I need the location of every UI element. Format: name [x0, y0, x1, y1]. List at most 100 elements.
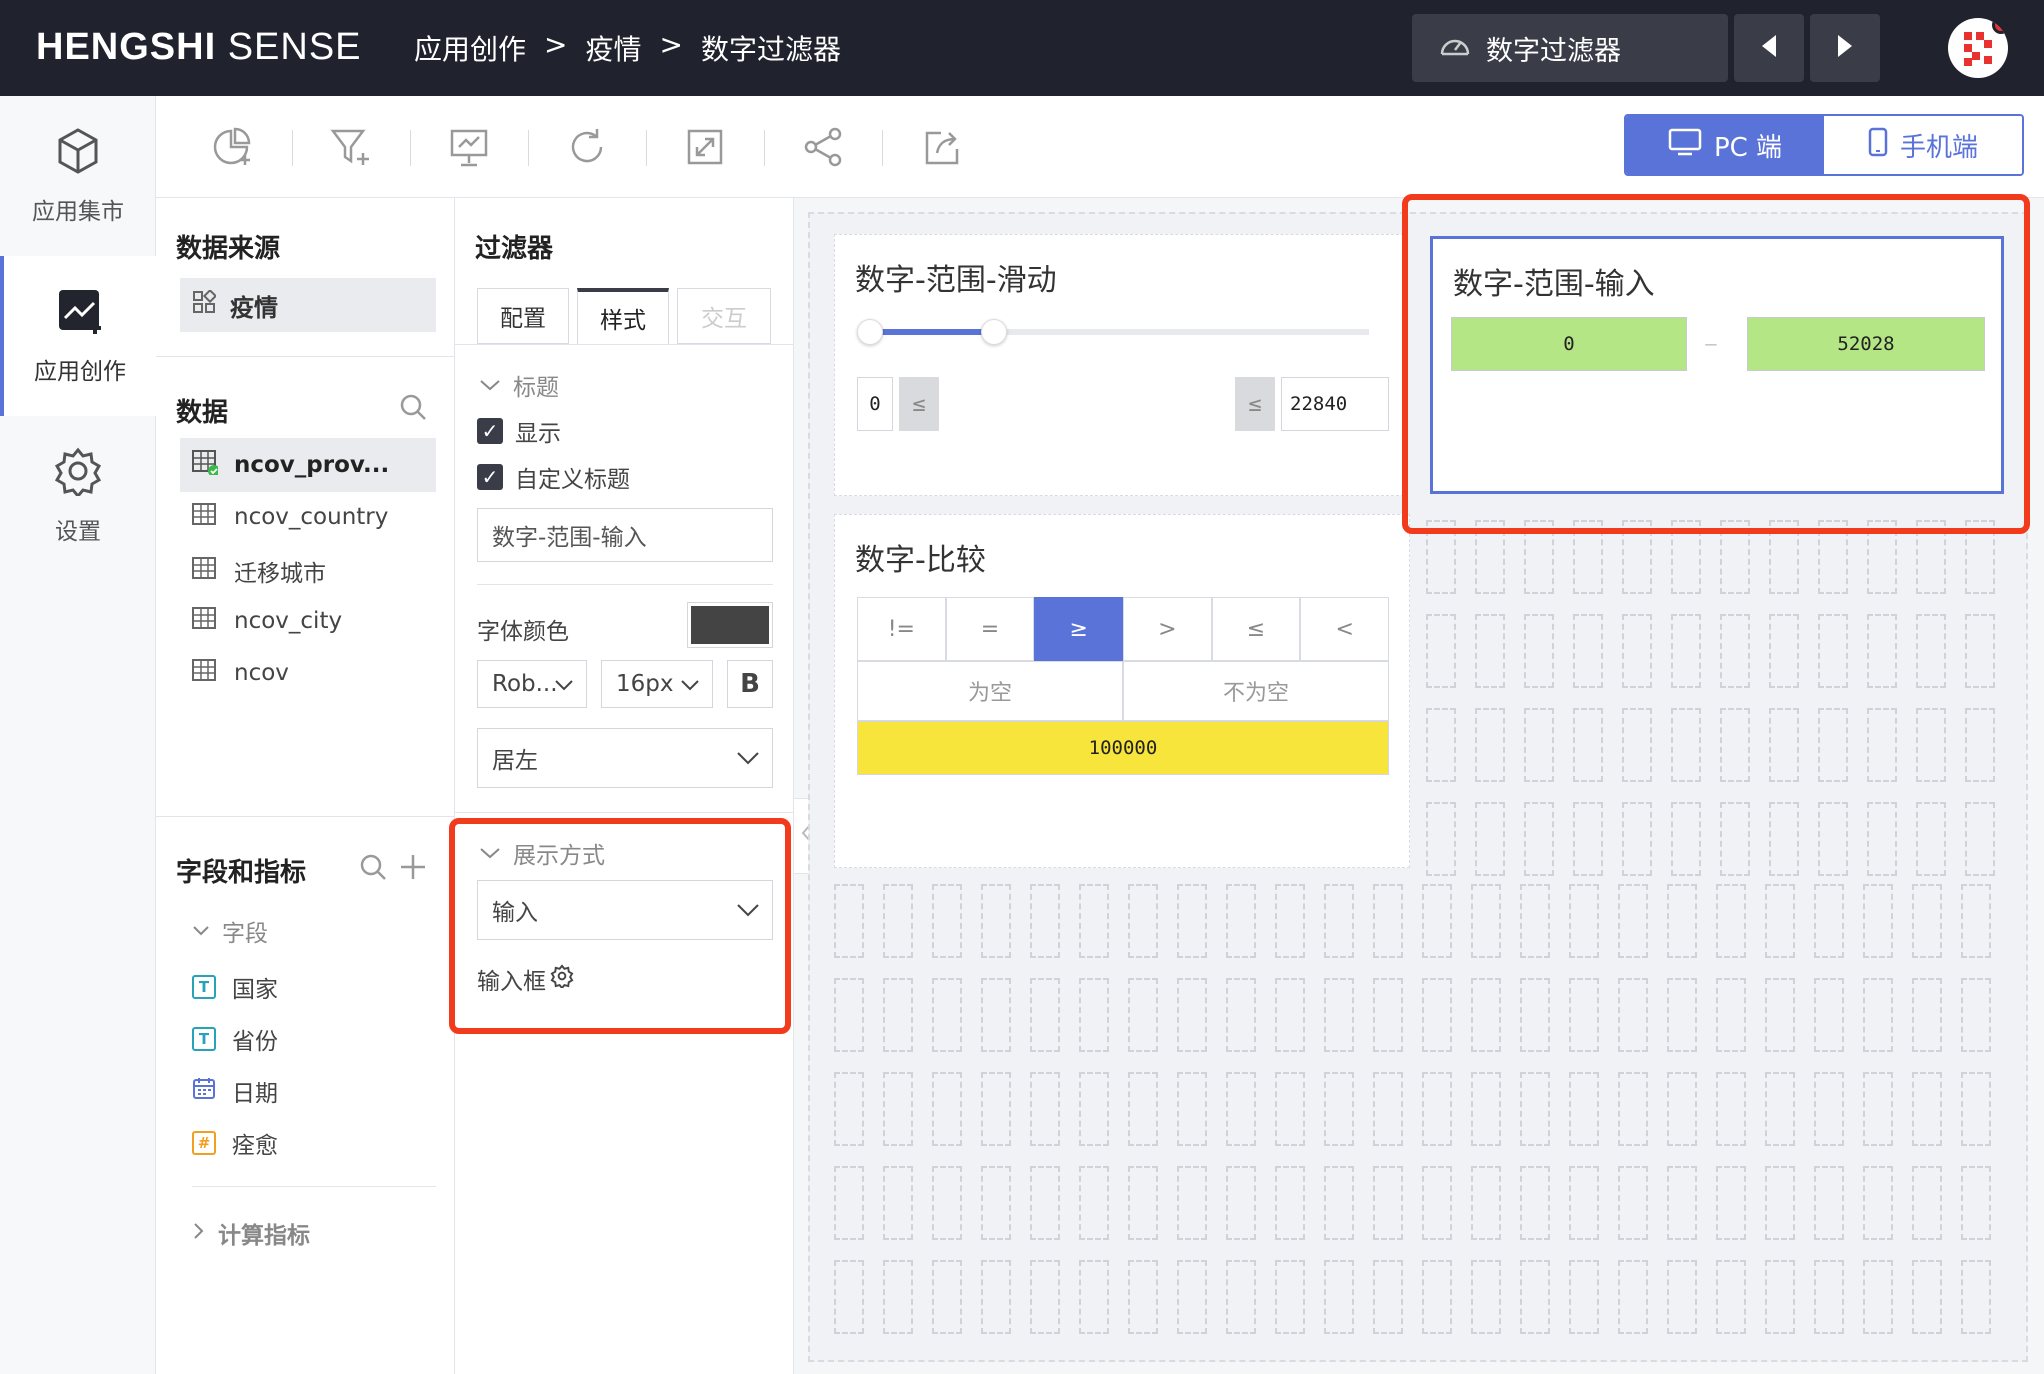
highlight-box-display-mode [449, 818, 791, 1034]
empty-options: 为空 不为空 [857, 661, 1389, 721]
next-button[interactable] [1810, 14, 1880, 82]
grid-cell [1863, 1166, 1893, 1240]
custom-title-checkbox[interactable]: ✓ 自定义标题 [477, 460, 630, 494]
dataset-item[interactable]: ncov_country [192, 502, 388, 532]
nav-settings[interactable]: 设置 [0, 416, 156, 576]
is-empty-option[interactable]: 为空 [857, 661, 1123, 721]
tab-style[interactable]: 样式 [577, 288, 669, 344]
chevron-down-icon [479, 372, 501, 398]
grid-cell [1965, 614, 1995, 688]
grid-cell [1475, 802, 1505, 876]
grid-cell [1569, 1260, 1599, 1334]
grid-cell [1373, 1166, 1403, 1240]
grid-cell [1128, 978, 1158, 1052]
dataset-item[interactable]: ncov_prov... [180, 438, 436, 492]
grid-cell [1177, 1072, 1207, 1146]
dashboard-selector[interactable]: 数字过滤器 [1412, 14, 1728, 82]
add-chart-icon[interactable] [210, 124, 256, 170]
grid-cell [1961, 884, 1991, 958]
font-color-label: 字体颜色 [477, 619, 569, 645]
nav-app-create[interactable]: 应用创作 [0, 256, 156, 416]
text-type-icon: T [192, 975, 216, 999]
refresh-icon[interactable] [564, 124, 610, 170]
operator-eq[interactable]: = [945, 597, 1035, 661]
mobile-mode-button[interactable]: 手机端 [1824, 116, 2022, 174]
app-logo[interactable]: HENGSHI SENSE [36, 26, 362, 69]
grid-cell [1520, 1260, 1550, 1334]
prev-button[interactable] [1734, 14, 1804, 82]
grid-cell [1916, 802, 1946, 876]
grid-cell [1912, 1166, 1942, 1240]
operator-ne[interactable]: != [857, 597, 946, 661]
calc-group-toggle[interactable]: 计算指标 [192, 1216, 310, 1250]
le-symbol: ≤ [899, 377, 939, 431]
dataset-item[interactable]: 迁移城市 [192, 554, 326, 588]
grid-cell [1573, 802, 1603, 876]
nav-app-market[interactable]: 应用集市 [0, 96, 156, 256]
breadcrumb-app-create[interactable]: 应用创作 [414, 28, 526, 68]
grid-cell [1079, 1260, 1109, 1334]
align-select[interactable]: 居左 [477, 728, 773, 788]
grid-cell [1373, 1072, 1403, 1146]
nav-app-create-label: 应用创作 [34, 359, 126, 385]
grid-cell [1818, 708, 1848, 782]
breadcrumb-app[interactable]: 疫情 [585, 28, 641, 68]
operator-lt[interactable]: < [1300, 597, 1390, 661]
grid-cell [932, 1260, 962, 1334]
field-name: 省份 [232, 1029, 278, 1055]
add-filter-icon[interactable] [328, 124, 374, 170]
tab-interaction[interactable]: 交互 [677, 288, 771, 344]
grid-cell [932, 1166, 962, 1240]
operator-ge[interactable]: ≥ [1034, 597, 1124, 661]
show-title-checkbox[interactable]: ✓ 显示 [477, 414, 561, 448]
pc-mode-button[interactable]: PC 端 [1626, 116, 1824, 174]
filter-card-range-slider[interactable]: 数字-范围-滑动 0 ≤ ≤ 22840 [834, 234, 1404, 496]
grid-cell [1226, 1072, 1256, 1146]
avatar[interactable] [1948, 18, 2008, 78]
fields-group-toggle[interactable]: 字段 [192, 914, 268, 948]
data-source-item[interactable]: 疫情 [180, 278, 436, 332]
grid-cell [1177, 884, 1207, 958]
font-color-picker[interactable] [687, 602, 773, 648]
grid-cell [1177, 1166, 1207, 1240]
slider-max-handle[interactable] [981, 319, 1007, 345]
slider-max-input[interactable]: 22840 [1281, 377, 1389, 431]
dataset-item[interactable]: ncov_city [192, 606, 342, 636]
grid-cell [1079, 1166, 1109, 1240]
custom-title-input[interactable]: 数字-范围-输入 [477, 508, 773, 562]
dataset-item[interactable]: ncov [192, 658, 289, 688]
title-section-label: 标题 [513, 375, 559, 401]
compare-value-input[interactable]: 100000 [857, 721, 1389, 775]
search-icon[interactable] [398, 392, 428, 422]
filter-card-compare[interactable]: 数字-比较 != = ≥ > ≤ < 为空 不为空 100000 [834, 514, 1410, 868]
not-empty-option[interactable]: 不为空 [1123, 661, 1389, 721]
presentation-icon[interactable] [446, 124, 492, 170]
operator-gt[interactable]: > [1123, 597, 1212, 661]
divider [455, 812, 794, 813]
operator-le[interactable]: ≤ [1211, 597, 1301, 661]
field-item[interactable]: 日期 [192, 1074, 278, 1108]
check-icon: ✓ [477, 418, 503, 444]
export-icon[interactable] [918, 124, 964, 170]
tab-config[interactable]: 配置 [477, 288, 569, 344]
gauge-icon [1438, 28, 1472, 69]
fullscreen-icon[interactable] [682, 124, 728, 170]
font-size-select[interactable]: 16px [601, 660, 713, 708]
grid-cell [1863, 978, 1893, 1052]
add-icon[interactable] [398, 852, 428, 882]
fields-heading: 字段和指标 [176, 858, 307, 888]
slider-min-input[interactable]: 0 [857, 377, 893, 431]
breadcrumb-dashboard: 数字过滤器 [700, 33, 841, 66]
grid-cell [1569, 1072, 1599, 1146]
title-section-toggle[interactable]: 标题 [479, 368, 559, 402]
grid-cell [1667, 978, 1697, 1052]
field-item[interactable]: # 痊愈 [192, 1126, 278, 1160]
font-family-select[interactable]: Rob... [477, 660, 587, 708]
field-item[interactable]: T 国家 [192, 970, 278, 1004]
share-icon[interactable] [800, 124, 846, 170]
bold-toggle[interactable]: B [727, 660, 773, 708]
field-item[interactable]: T 省份 [192, 1022, 278, 1056]
slider-min-handle[interactable] [857, 319, 883, 345]
search-icon[interactable] [358, 852, 388, 882]
grid-cell [1275, 884, 1305, 958]
